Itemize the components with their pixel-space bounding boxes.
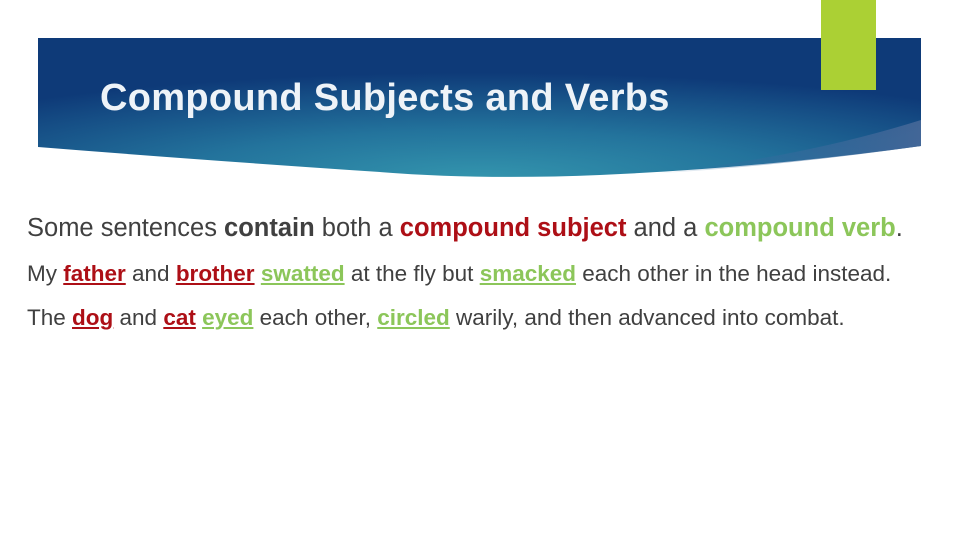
verb-word: eyed	[202, 305, 254, 330]
example-text: each other,	[253, 305, 378, 330]
example-sentence-1: My father and brother swatted at the fly…	[27, 258, 947, 289]
lead-text: and a	[626, 214, 705, 242]
subject-word: brother	[175, 261, 255, 286]
example-text: My	[27, 261, 64, 286]
term-compound-subject: compound subject	[399, 214, 627, 242]
subject-word: cat	[163, 305, 196, 330]
title-banner: Compound Subjects and Verbs	[0, 0, 960, 200]
subject-word: dog	[72, 305, 114, 330]
lead-keyword-contain: contain	[224, 214, 315, 242]
verb-word: circled	[377, 305, 450, 330]
example-text: each other in the head instead.	[576, 261, 892, 286]
lead-text: Some sentences	[27, 214, 225, 242]
lead-paragraph: Some sentences contain both a compound s…	[27, 210, 947, 246]
example-text: and	[113, 305, 164, 330]
slide-title: Compound Subjects and Verbs	[100, 77, 670, 119]
term-compound-verb: compound verb	[704, 214, 896, 242]
subject-word: father	[63, 261, 126, 286]
verb-word: smacked	[479, 261, 577, 286]
lead-text: .	[895, 214, 903, 242]
example-text: warily, and then advanced into combat.	[449, 305, 845, 330]
example-text: at the fly but	[344, 261, 480, 286]
lead-text: both a	[314, 214, 400, 242]
example-text: The	[27, 305, 73, 330]
example-sentence-2: The dog and cat eyed each other, circled…	[27, 302, 947, 333]
example-text: and	[125, 261, 176, 286]
verb-word: swatted	[260, 261, 345, 286]
slide-body: Some sentences contain both a compound s…	[27, 210, 947, 346]
accent-bar	[821, 0, 876, 90]
